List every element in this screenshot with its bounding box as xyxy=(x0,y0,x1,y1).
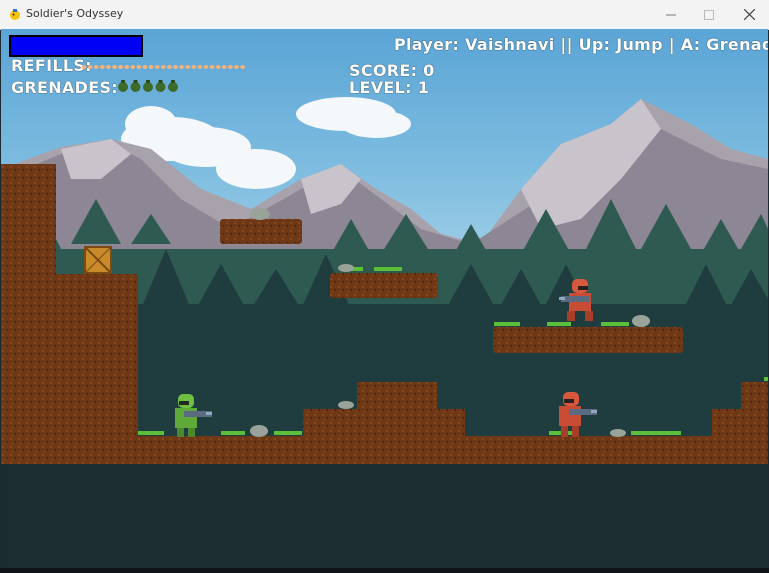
health-bar xyxy=(9,35,143,57)
app-icon xyxy=(10,9,20,20)
ammo-icon xyxy=(221,65,227,69)
grenade-icon xyxy=(155,80,166,92)
close-icon xyxy=(743,9,755,20)
ammo-icon xyxy=(154,65,160,69)
ammo-icon xyxy=(167,65,172,69)
ammo-icon xyxy=(81,65,87,69)
refills-label: REFILLS: xyxy=(11,56,92,75)
health-fill xyxy=(11,37,141,55)
grenade-icon xyxy=(130,80,141,92)
controls-hint: Player: Vaishnavi || Up: Jump | A: Grena… xyxy=(394,35,768,54)
ammo-crate[interactable] xyxy=(84,246,112,274)
ammo-icon xyxy=(179,65,184,69)
minimize-icon xyxy=(666,14,676,15)
ammo-icon xyxy=(136,65,142,69)
level-display: LEVEL: 1 xyxy=(349,78,430,97)
ammo-icon xyxy=(215,65,221,69)
maximize-button[interactable] xyxy=(689,0,729,29)
water-pit xyxy=(1,464,768,568)
grenade-icon xyxy=(118,80,128,92)
maximize-icon xyxy=(704,9,714,20)
ammo-icon xyxy=(240,65,246,69)
ammo-icon xyxy=(203,65,209,69)
ammo-icon xyxy=(87,65,93,69)
window-title: Soldier's Odyssey xyxy=(26,7,124,20)
ammo-icon xyxy=(99,65,105,69)
ammo-icon xyxy=(173,65,178,69)
ammo-icon xyxy=(93,65,99,69)
ammo-icon xyxy=(185,65,191,69)
ammo-icon xyxy=(191,65,197,69)
close-button[interactable] xyxy=(729,0,769,29)
bottom-edge xyxy=(0,568,769,573)
ammo-icon xyxy=(234,65,239,69)
ammo-icon xyxy=(106,65,111,69)
grenade-icon xyxy=(168,80,178,92)
ammo-icon xyxy=(160,65,166,69)
game-scene xyxy=(1,29,768,568)
game-window: Soldier's Odyssey REFILLS: GRENADES: SCO… xyxy=(0,0,769,573)
ammo-icon xyxy=(142,65,148,69)
ammo-icon xyxy=(124,65,130,69)
ammo-icon xyxy=(197,65,203,69)
ammo-icon xyxy=(118,65,123,69)
grenades-label: GRENADES: xyxy=(11,78,118,97)
title-bar: Soldier's Odyssey xyxy=(0,0,769,30)
ammo-icon xyxy=(148,65,154,69)
grenade-icon xyxy=(143,80,153,92)
ammo-icons xyxy=(81,65,246,69)
game-canvas[interactable]: REFILLS: GRENADES: SCORE: 0 LEVEL: 1 Pla… xyxy=(1,29,768,568)
minimize-button[interactable] xyxy=(651,0,691,29)
ammo-icon xyxy=(209,65,215,69)
ammo-icon xyxy=(130,65,136,69)
grenade-icons xyxy=(118,80,178,92)
ammo-icon xyxy=(112,65,117,69)
ammo-icon xyxy=(228,65,233,69)
